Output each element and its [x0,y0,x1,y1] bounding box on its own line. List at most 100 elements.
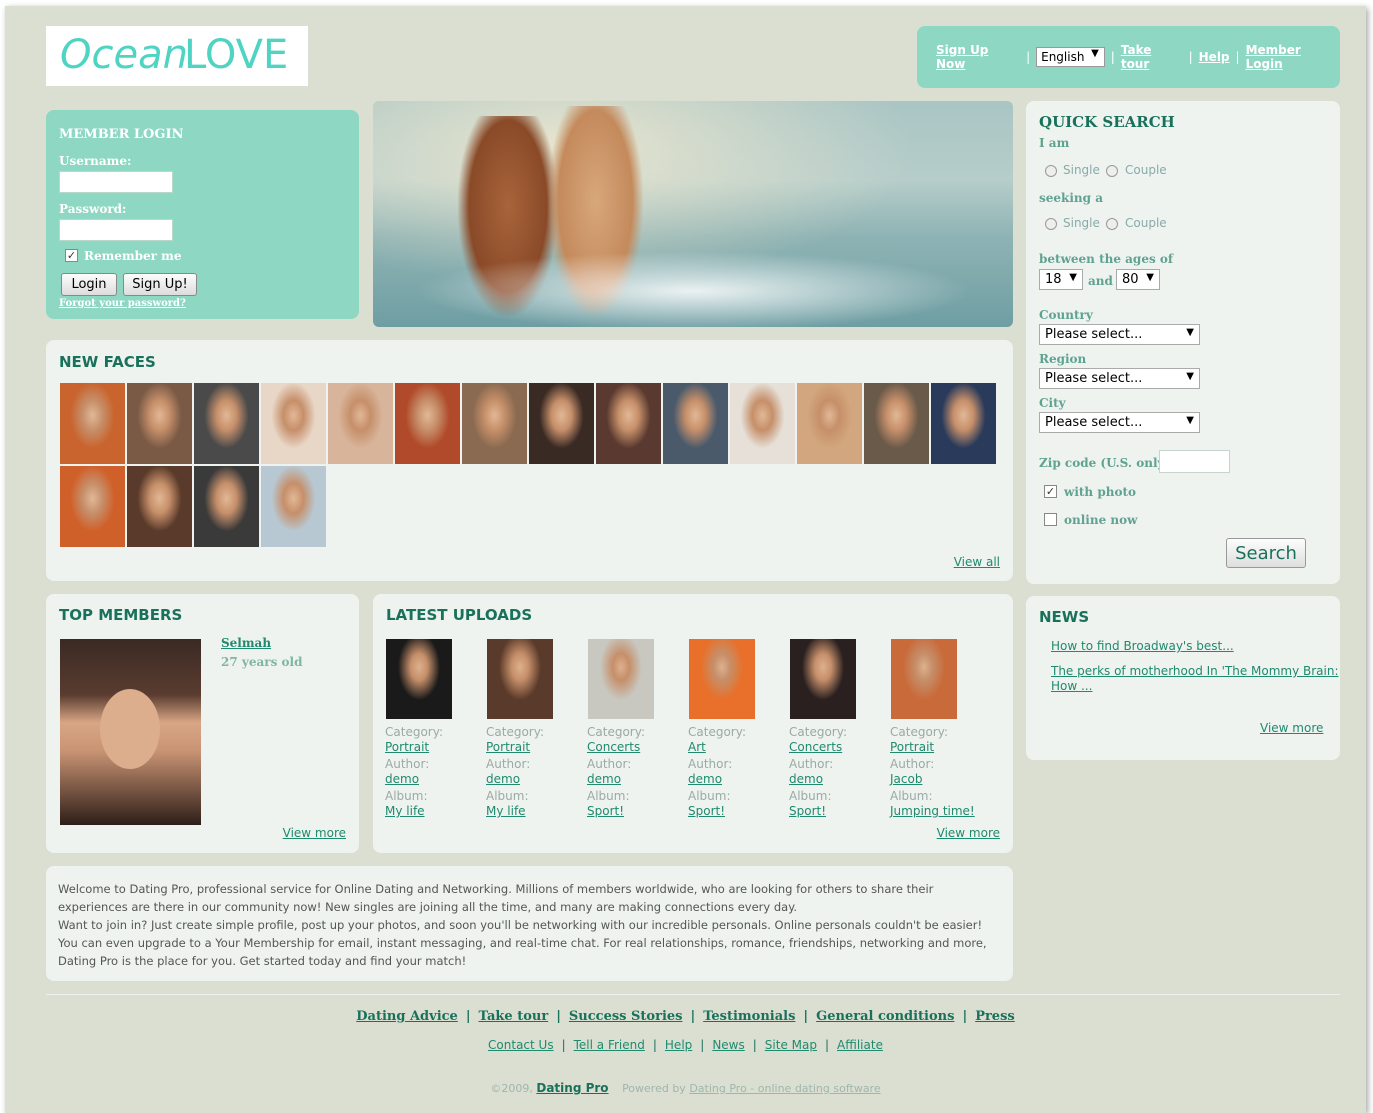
footer-primary-link[interactable]: Dating Advice [356,1009,458,1024]
footer-secondary-link[interactable]: Contact Us [488,1038,554,1052]
online-now-checkbox[interactable] [1044,513,1057,526]
footer-primary-link[interactable]: Success Stories [569,1009,683,1024]
footer-secondary-link[interactable]: Help [665,1038,692,1052]
upload-album-link[interactable]: My life [385,804,480,819]
new-face-thumbnail[interactable] [730,383,795,464]
zip-code-input[interactable] [1159,450,1230,473]
news-item-link[interactable]: How to find Broadway's best... [1051,639,1234,654]
upload-author-label: Author: [890,757,935,771]
top-member-name-link[interactable]: Selmah [221,636,271,650]
upload-album-link[interactable]: Sport! [688,804,783,819]
i-am-single-radio[interactable] [1045,165,1057,177]
upload-thumbnail[interactable] [790,639,856,719]
upload-category-label: Category: [890,725,948,739]
upload-author-link[interactable]: demo [385,772,480,787]
view-all-link[interactable]: View all [954,555,1000,569]
upload-thumbnail[interactable] [386,639,452,719]
username-input[interactable] [59,171,173,193]
new-face-thumbnail[interactable] [127,466,192,547]
city-select[interactable]: Please select... ▼ [1039,412,1200,433]
latest-uploads-view-more-link[interactable]: View more [937,826,1000,840]
new-face-thumbnail[interactable] [194,466,259,547]
upload-author-link[interactable]: Jacob [890,772,985,787]
news-view-more-link[interactable]: View more [1260,721,1323,736]
seeking-single-radio[interactable] [1045,218,1057,230]
top-member-photo[interactable] [60,639,201,825]
upload-album-label: Album: [688,789,731,803]
take-tour-link[interactable]: Take tour [1121,43,1183,71]
upload-album-link[interactable]: My life [486,804,581,819]
upload-category-link[interactable]: Concerts [587,740,682,755]
upload-category-link[interactable]: Portrait [385,740,480,755]
region-value: Please select... [1045,371,1143,386]
news-item-link[interactable]: The perks of motherhood In 'The Mommy Br… [1051,664,1339,679]
member-login-link[interactable]: Member Login [1246,43,1340,71]
upload-item: Category: Portrait Author: demo Album: My lif… [385,639,480,819]
latest-uploads-title: LATEST UPLOADS [386,606,533,624]
site-logo[interactable]: Ocean LOVE [46,26,308,86]
search-button[interactable]: Search [1226,538,1306,568]
news-item-link-continued[interactable]: How ... [1051,679,1092,694]
footer-secondary-link[interactable]: News [712,1038,744,1052]
new-face-thumbnail[interactable] [127,383,192,464]
upload-thumbnail[interactable] [588,639,654,719]
powered-by-link[interactable]: Dating Pro - online dating software [689,1082,880,1095]
upload-category-link[interactable]: Portrait [486,740,581,755]
dating-pro-brand-link[interactable]: Dating Pro [536,1081,608,1095]
top-members-view-more-link[interactable]: View more [283,826,346,840]
footer-divider [46,994,1340,995]
login-button[interactable]: Login [61,273,117,296]
new-face-thumbnail[interactable] [194,383,259,464]
forgot-password-link[interactable]: Forgot your password? [59,298,186,309]
new-face-thumbnail[interactable] [663,383,728,464]
new-face-thumbnail[interactable] [60,383,125,464]
upload-author-link[interactable]: demo [789,772,884,787]
new-face-thumbnail[interactable] [596,383,661,464]
upload-album-link[interactable]: Jumping time! [890,804,985,819]
new-face-thumbnail[interactable] [931,383,996,464]
upload-author-link[interactable]: demo [486,772,581,787]
footer-primary-link[interactable]: Testimonials [703,1009,795,1024]
language-select[interactable]: English ▼ [1036,47,1105,67]
new-face-thumbnail[interactable] [261,466,326,547]
footer-primary-link[interactable]: Press [975,1009,1015,1024]
upload-author-link[interactable]: demo [587,772,682,787]
upload-category-link[interactable]: Portrait [890,740,985,755]
footer-separator: | [556,1009,561,1024]
new-face-thumbnail[interactable] [328,383,393,464]
i-am-couple-radio[interactable] [1106,165,1118,177]
with-photo-checkbox[interactable]: ✓ [1044,485,1057,498]
new-face-thumbnail[interactable] [529,383,594,464]
upload-author-label: Author: [486,757,531,771]
upload-thumbnail[interactable] [689,639,755,719]
password-input[interactable] [59,219,173,241]
help-link[interactable]: Help [1199,50,1230,64]
region-select[interactable]: Please select... ▼ [1039,368,1200,389]
footer-secondary-link[interactable]: Affiliate [837,1038,883,1052]
upload-author-link[interactable]: demo [688,772,783,787]
upload-album-link[interactable]: Sport! [587,804,682,819]
sign-up-now-link[interactable]: Sign Up Now [936,43,1020,71]
upload-album-link[interactable]: Sport! [789,804,884,819]
upload-category-link[interactable]: Art [688,740,783,755]
new-face-thumbnail[interactable] [462,383,527,464]
footer-secondary-link[interactable]: Tell a Friend [574,1038,645,1052]
new-face-thumbnail[interactable] [395,383,460,464]
upload-category-link[interactable]: Concerts [789,740,884,755]
age-from-select[interactable]: 18 ▼ [1039,269,1083,290]
age-to-select[interactable]: 80 ▼ [1116,269,1160,290]
new-face-thumbnail[interactable] [797,383,862,464]
footer-primary-link[interactable]: Take tour [479,1009,549,1024]
country-select[interactable]: Please select... ▼ [1039,324,1200,345]
new-face-thumbnail[interactable] [864,383,929,464]
footer-primary-link[interactable]: General conditions [816,1009,954,1024]
upload-thumbnail[interactable] [487,639,553,719]
new-face-thumbnail[interactable] [60,466,125,547]
footer-secondary-link[interactable]: Site Map [765,1038,817,1052]
sign-up-button[interactable]: Sign Up! [123,273,197,296]
upload-category-label: Category: [486,725,544,739]
new-face-thumbnail[interactable] [261,383,326,464]
seeking-couple-radio[interactable] [1106,218,1118,230]
upload-thumbnail[interactable] [891,639,957,719]
remember-me-checkbox[interactable]: ✓ [65,249,78,262]
